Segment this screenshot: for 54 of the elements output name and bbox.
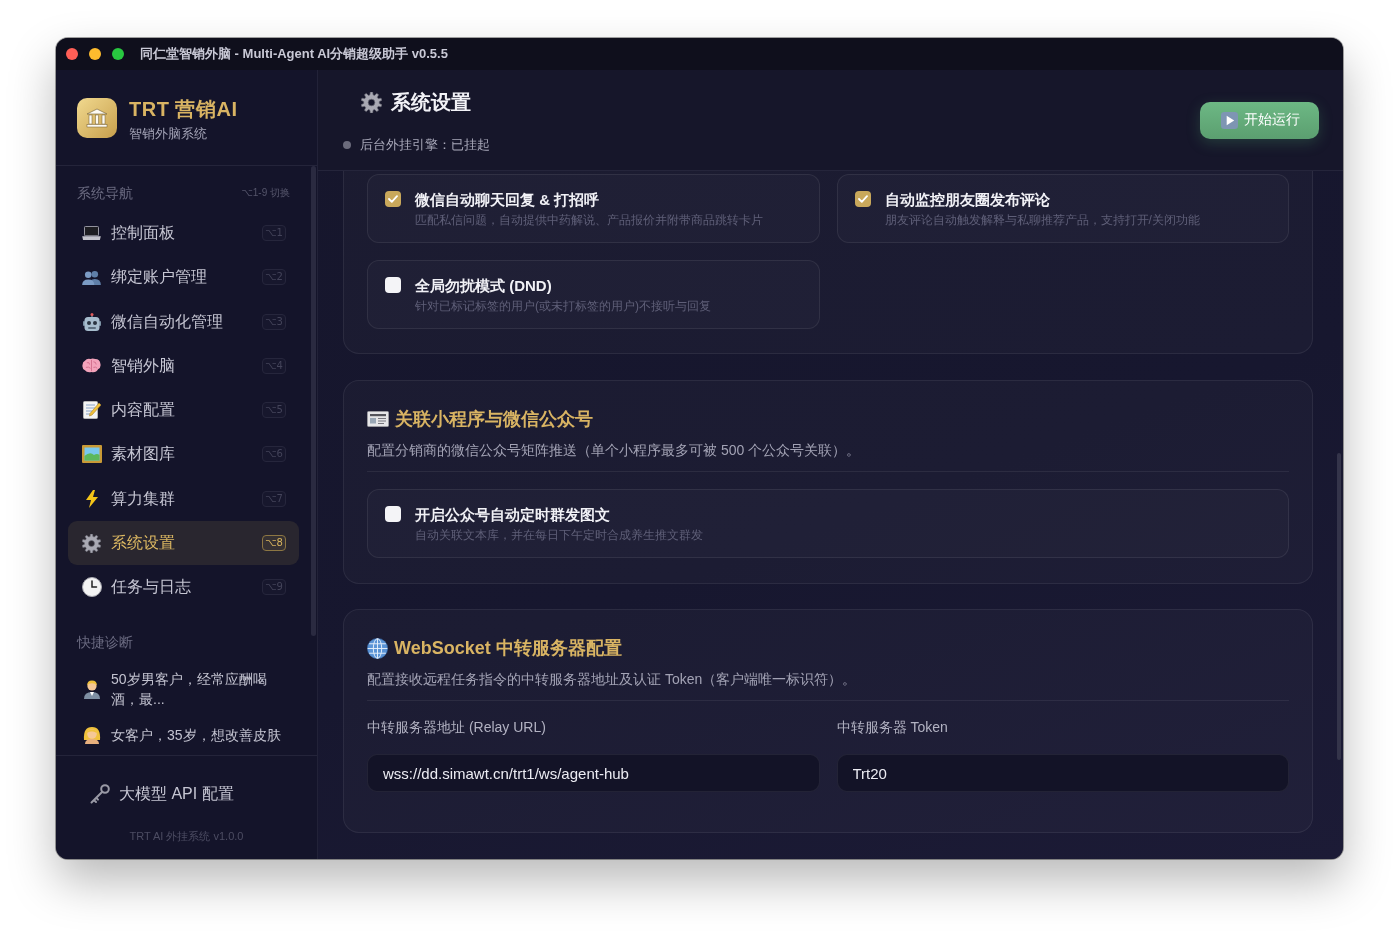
page-title: 系统设置	[391, 90, 471, 115]
status-text: 后台外挂引擎：已挂起	[360, 136, 490, 154]
minimize-button[interactable]	[89, 48, 101, 60]
checkbox[interactable]	[385, 506, 401, 522]
nav-item[interactable]: 系统设置 ⌥8	[68, 521, 299, 566]
option-description: 匹配私信问题，自动提供中药解说、产品报价并附带商品跳转卡片	[415, 212, 763, 229]
quick-diagnosis-item[interactable]: 50岁男客户，经常应酬喝酒，最...	[68, 661, 299, 718]
brand-subtitle: 智销外脑系统	[129, 124, 208, 143]
option-title: 微信自动聊天回复 & 打招呼	[415, 190, 601, 210]
window-title: 同仁堂智销外脑 - Multi-Agent AI分销超级助手 v0.5.5	[140, 46, 448, 62]
nav-heading: 系统导航	[77, 184, 133, 202]
option-description: 针对已标记标签的用户(或未打标签的用户)不接听与回复	[415, 298, 711, 315]
section-title: 关联小程序与微信公众号	[395, 408, 593, 431]
laptop-icon	[82, 226, 101, 240]
clock-icon	[81, 577, 102, 598]
section-description: 配置接收远程任务指令的中转服务器地址及认证 Token（客户端唯一标识符）。	[367, 670, 858, 689]
lightning-icon	[85, 489, 98, 508]
api-config-button[interactable]: 大模型 API 配置	[68, 774, 305, 814]
woman-icon	[82, 726, 101, 745]
section-description: 配置分销商的微信公众号矩阵推送（单个小程序最多可被 500 个公众号关联）。	[367, 441, 862, 460]
section-title: WebSocket 中转服务器配置	[394, 637, 622, 660]
brain-icon	[82, 358, 101, 374]
newspaper-icon	[367, 411, 389, 427]
check-icon	[857, 195, 868, 203]
memo-icon	[82, 401, 101, 420]
checkbox[interactable]	[385, 191, 401, 207]
option-description: 自动关联文本库，并在每日下午定时合成养生推文群发	[415, 527, 703, 544]
maximize-button[interactable]	[112, 48, 124, 60]
check-icon	[388, 195, 398, 203]
key-icon	[90, 784, 110, 804]
field-label: 中转服务器 Token	[836, 718, 949, 737]
gear-icon	[361, 91, 382, 113]
input-field[interactable]: wss://dd.simawt.cn/trt1/ws/agent-hub	[367, 754, 820, 792]
building-icon	[77, 97, 117, 138]
globe-icon	[367, 637, 388, 659]
gear-icon	[82, 533, 101, 553]
option-title: 自动监控朋友圈发布评论	[884, 190, 1051, 210]
robot-icon	[82, 312, 101, 331]
shortcut-key: ⌥8	[262, 535, 286, 552]
man-icon	[83, 679, 100, 700]
option-title: 全局勿扰模式 (DND)	[415, 276, 553, 296]
framed-picture-icon	[81, 445, 102, 464]
field-label: 中转服务器地址 (Relay URL)	[367, 718, 547, 737]
quick-diagnosis-item[interactable]: 女客户，35岁，想改善皮肤	[68, 717, 299, 754]
play-icon	[1221, 111, 1238, 129]
brand-name: TRT 营销AI	[129, 96, 238, 121]
option-description: 朋友评论自动触发解释与私聊推荐产品，支持打开/关闭功能	[884, 212, 1200, 229]
close-button[interactable]	[66, 48, 78, 60]
quick-heading: 快捷诊断	[77, 633, 133, 652]
option-title: 开启公众号自动定时群发图文	[415, 505, 611, 525]
checkbox[interactable]	[385, 277, 401, 293]
people-icon	[82, 269, 101, 285]
input-field[interactable]: Trt20	[836, 754, 1289, 792]
checkbox[interactable]	[854, 191, 871, 207]
